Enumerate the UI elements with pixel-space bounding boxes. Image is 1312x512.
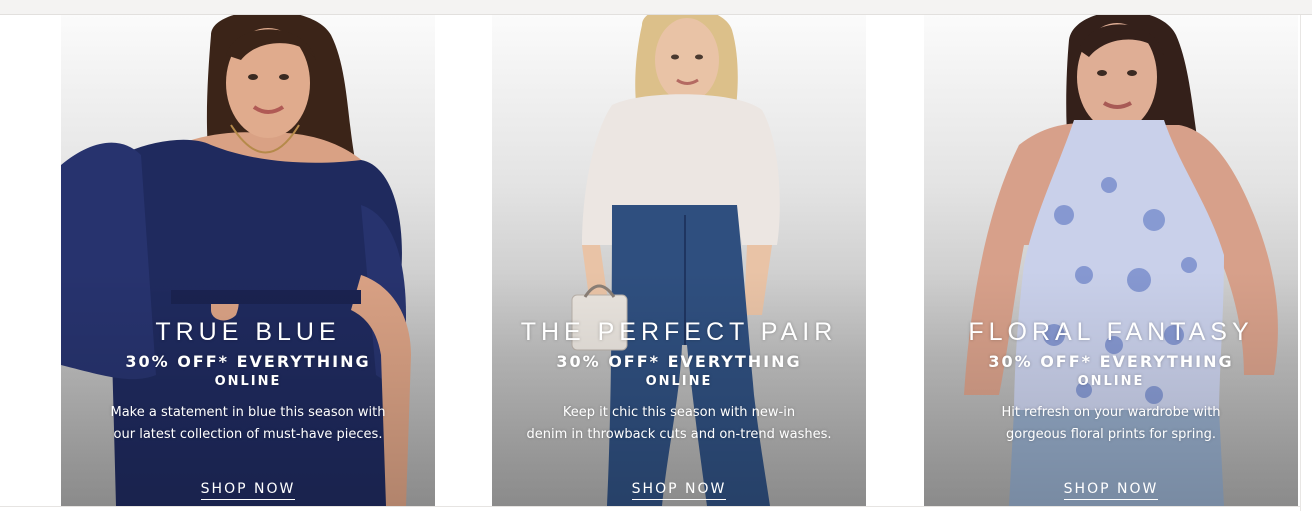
shop-now-link[interactable]: SHOP NOW [1063, 481, 1159, 500]
card-title: TRUE BLUE [155, 318, 341, 346]
card-title: THE PERFECT PAIR [520, 318, 838, 346]
card-title: FLORAL FANTASY [968, 318, 1254, 346]
right-edge [1300, 15, 1312, 511]
promo-card-true-blue[interactable]: TRUE BLUE 30% OFF* EVERYTHING ONLINE Mak… [61, 15, 435, 506]
card-text-block: TRUE BLUE 30% OFF* EVERYTHING ONLINE Mak… [61, 318, 435, 446]
card-channel: ONLINE [214, 374, 282, 389]
card-offer: 30% OFF* EVERYTHING [125, 352, 371, 371]
card-offer: 30% OFF* EVERYTHING [988, 352, 1234, 371]
card-channel: ONLINE [1077, 374, 1145, 389]
card-description: Hit refresh on your wardrobe with gorgeo… [1001, 405, 1221, 442]
card-text-block: FLORAL FANTASY 30% OFF* EVERYTHING ONLIN… [924, 318, 1298, 446]
promo-card-floral-fantasy[interactable]: FLORAL FANTASY 30% OFF* EVERYTHING ONLIN… [924, 15, 1298, 506]
card-channel: ONLINE [645, 374, 713, 389]
shop-now-link[interactable]: SHOP NOW [200, 481, 296, 500]
shop-now-link[interactable]: SHOP NOW [631, 481, 727, 500]
bottom-divider [0, 506, 1300, 512]
card-offer: 30% OFF* EVERYTHING [556, 352, 802, 371]
top-bar [0, 0, 1312, 15]
card-description: Make a statement in blue this season wit… [110, 405, 386, 442]
promo-card-perfect-pair[interactable]: THE PERFECT PAIR 30% OFF* EVERYTHING ONL… [492, 15, 866, 506]
card-text-block: THE PERFECT PAIR 30% OFF* EVERYTHING ONL… [492, 318, 866, 446]
card-description: Keep it chic this season with new-in den… [526, 405, 832, 442]
